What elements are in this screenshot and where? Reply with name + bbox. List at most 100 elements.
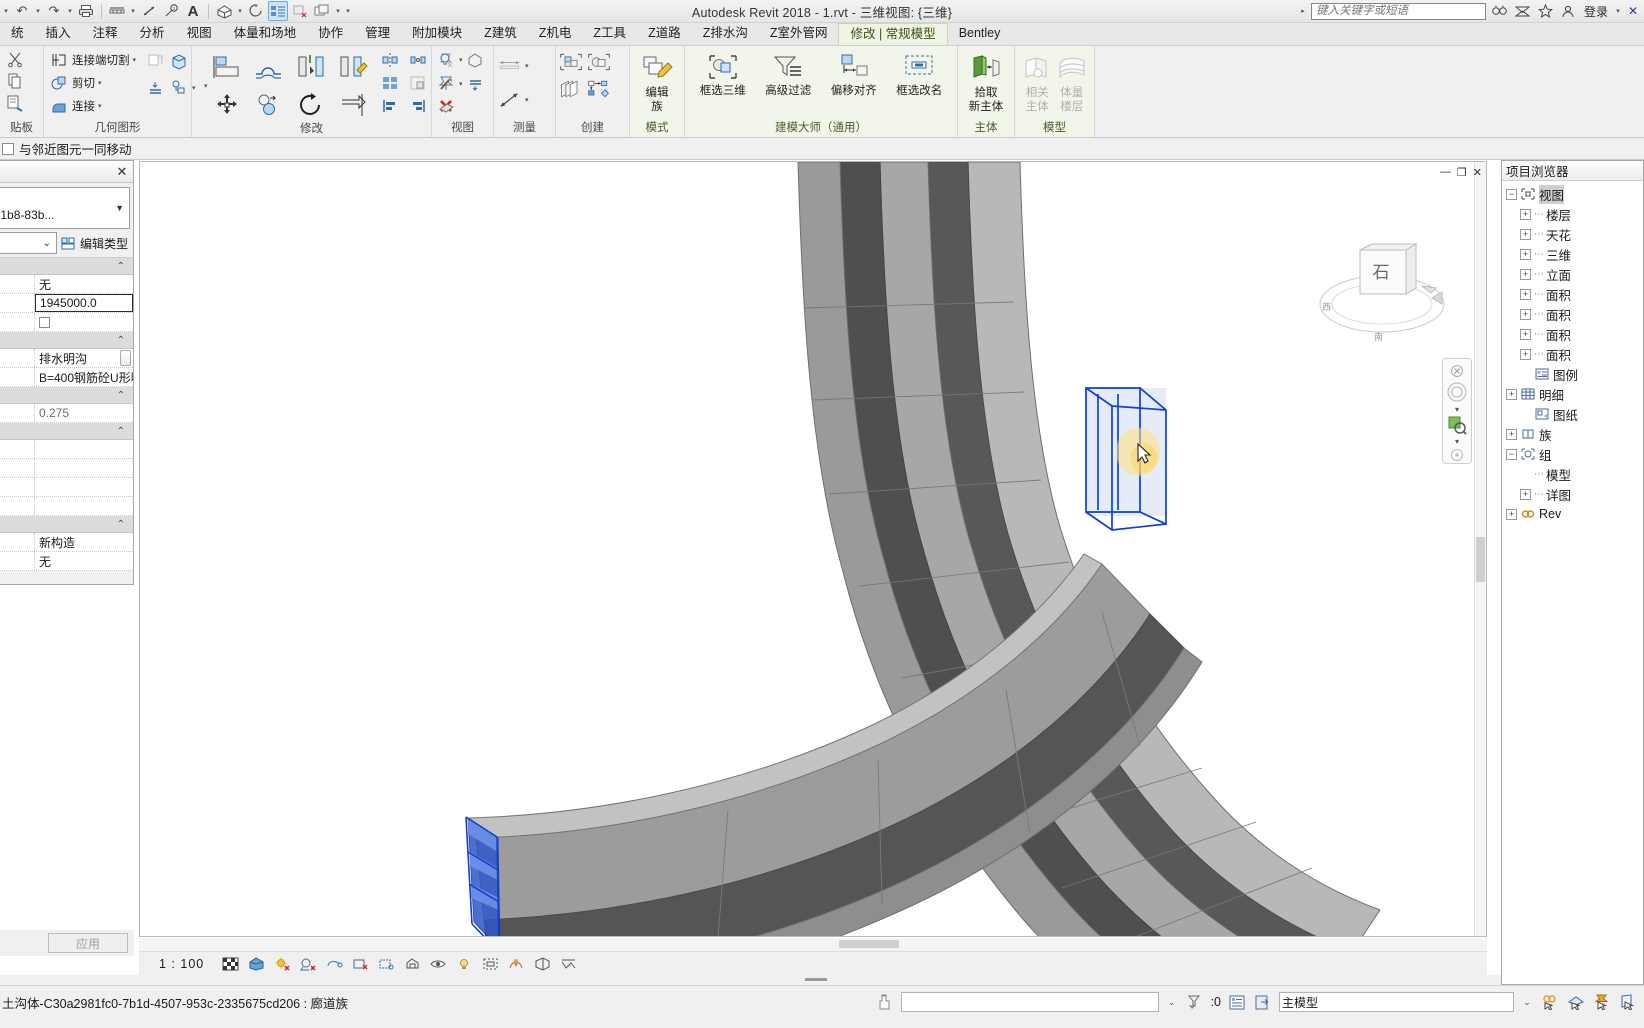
close-icon[interactable]: ✕ bbox=[113, 163, 131, 181]
measure-caret-1[interactable]: ▾ bbox=[525, 62, 529, 70]
copy-modify-icon[interactable] bbox=[252, 88, 286, 122]
tab-z-drainage[interactable]: Z排水沟 bbox=[692, 23, 759, 45]
temporary-view-properties-icon[interactable] bbox=[506, 955, 526, 973]
cut-caret[interactable]: ▾ bbox=[98, 79, 102, 87]
expander-icon[interactable]: + bbox=[1520, 288, 1531, 300]
align-left-icon[interactable] bbox=[380, 96, 400, 116]
expander-icon[interactable]: + bbox=[1520, 348, 1531, 360]
expander-icon[interactable]: + bbox=[1520, 208, 1531, 220]
design-option-dropdown-icon[interactable]: ⌄ bbox=[1520, 997, 1534, 1008]
favorites-star-icon[interactable] bbox=[1536, 2, 1555, 21]
worksharing-display-icon[interactable] bbox=[480, 955, 500, 973]
reveal-hidden-elements-icon[interactable] bbox=[454, 955, 474, 973]
property-value[interactable] bbox=[35, 440, 133, 458]
thin-lines-icon[interactable] bbox=[268, 1, 288, 21]
cut-icon[interactable] bbox=[5, 49, 25, 69]
login-label[interactable]: 登录 bbox=[1582, 3, 1610, 20]
demolish-icon[interactable] bbox=[146, 78, 166, 98]
join-geometry-icon[interactable] bbox=[49, 96, 69, 116]
align-icon[interactable] bbox=[210, 50, 244, 84]
shadows-icon[interactable] bbox=[298, 955, 318, 973]
subscription-center-icon[interactable] bbox=[1513, 2, 1532, 21]
tree-node-area-plans-4[interactable]: + ⋯ 面积 bbox=[1504, 344, 1643, 364]
lock-3d-view-icon[interactable] bbox=[402, 955, 422, 973]
editing-request-icon[interactable] bbox=[875, 993, 895, 1011]
account-icon[interactable] bbox=[1559, 2, 1578, 21]
show-hidden-icon[interactable] bbox=[466, 50, 486, 70]
tab-analyze[interactable]: 分析 bbox=[129, 23, 176, 45]
tree-node-groups[interactable]: − 组 bbox=[1504, 444, 1643, 464]
visibility-caret[interactable]: ▾ bbox=[459, 56, 463, 64]
move-with-nearby-checkbox[interactable] bbox=[2, 142, 14, 155]
advanced-filter-button[interactable]: 高级过滤 bbox=[759, 48, 817, 98]
edit-family-button[interactable]: 编辑 族 bbox=[635, 50, 679, 114]
tab-z-outdoor-pipe[interactable]: Z室外管网 bbox=[759, 23, 839, 45]
expander-icon[interactable]: + bbox=[1506, 428, 1517, 440]
aligned-dimension-icon[interactable] bbox=[139, 1, 159, 21]
search-input[interactable] bbox=[1310, 2, 1486, 20]
copy-icon[interactable] bbox=[5, 71, 25, 91]
join-end-cut-caret[interactable]: ▾ bbox=[133, 56, 137, 64]
related-host-button[interactable]: 相关 主体 bbox=[1020, 50, 1055, 114]
property-value[interactable]: 无 bbox=[35, 275, 133, 293]
measure-along-element-icon[interactable] bbox=[498, 88, 522, 112]
expander-icon[interactable]: + bbox=[1506, 388, 1517, 400]
rotate-icon[interactable] bbox=[294, 88, 328, 122]
render-region-icon[interactable] bbox=[436, 98, 456, 118]
property-row[interactable]: 排水明沟 bbox=[0, 349, 133, 368]
show-crop-region-icon[interactable] bbox=[376, 955, 396, 973]
property-row[interactable]: 新构造 bbox=[0, 533, 133, 552]
sun-path-icon[interactable] bbox=[272, 955, 292, 973]
type-selector[interactable]: 凝土沟体- e55-18e8-41b8-83b... ▼ bbox=[0, 187, 130, 229]
constraints-icon[interactable] bbox=[558, 955, 578, 973]
tree-node-area-plans-2[interactable]: + ⋯ 面积 bbox=[1504, 304, 1643, 324]
tree-node-views[interactable]: − 视图 bbox=[1504, 184, 1643, 204]
tab-z-architecture[interactable]: Z建筑 bbox=[473, 23, 528, 45]
modify-align-caret[interactable]: ▾ bbox=[204, 82, 208, 90]
search-icon[interactable] bbox=[1490, 2, 1509, 21]
create-group-icon[interactable] bbox=[587, 50, 611, 74]
help-icon[interactable]: ✕ bbox=[1626, 3, 1640, 19]
pin-split-icon[interactable] bbox=[380, 50, 400, 70]
apply-button[interactable]: 应用 bbox=[48, 933, 128, 953]
offset-icon[interactable] bbox=[252, 50, 286, 84]
cut-profile-icon[interactable] bbox=[169, 78, 189, 98]
dimension-caret[interactable]: ▾ bbox=[129, 7, 137, 15]
help-caret-icon[interactable]: ▾ bbox=[1614, 7, 1622, 15]
select-pinned-icon[interactable] bbox=[1592, 993, 1612, 1011]
property-row[interactable]: 0.275 bbox=[0, 404, 133, 423]
navbar-close-icon[interactable] bbox=[1445, 363, 1469, 379]
expander-icon[interactable]: + bbox=[1520, 228, 1531, 240]
trim-extend-single-icon[interactable] bbox=[336, 50, 370, 84]
default-3d-view-icon[interactable] bbox=[214, 1, 234, 21]
qat-caret-1[interactable]: ▾ bbox=[2, 7, 10, 15]
filter-dialog-icon[interactable] bbox=[1227, 993, 1247, 1011]
zoom-icon[interactable] bbox=[1445, 415, 1469, 435]
view-restore-icon[interactable]: ❐ bbox=[1457, 166, 1467, 179]
tab-z-road[interactable]: Z道路 bbox=[637, 23, 692, 45]
property-value[interactable]: 无 bbox=[35, 552, 133, 570]
box-rename-button[interactable]: 框选改名 bbox=[890, 48, 948, 98]
property-row[interactable] bbox=[0, 497, 133, 516]
crop-view-icon[interactable] bbox=[350, 955, 370, 973]
property-group-header[interactable]: ⌃ bbox=[0, 332, 133, 349]
expander-icon[interactable]: + bbox=[1506, 508, 1517, 520]
split-element-icon[interactable] bbox=[408, 50, 428, 70]
property-row[interactable]: B=400钢筋砼U形明沟 bbox=[0, 368, 133, 387]
design-option-field[interactable]: 主模型 bbox=[1279, 992, 1514, 1012]
create-similar-icon[interactable] bbox=[559, 50, 583, 74]
3d-view-caret[interactable]: ▾ bbox=[236, 7, 244, 15]
tab-manage[interactable]: 管理 bbox=[354, 23, 401, 45]
zoom-caret[interactable]: ▾ bbox=[1455, 437, 1459, 446]
view-close-icon[interactable]: ✕ bbox=[1473, 166, 1482, 179]
undo-caret[interactable]: ▾ bbox=[34, 7, 42, 15]
switch-windows-icon[interactable] bbox=[312, 1, 332, 21]
tree-node-ceiling-plans[interactable]: + ⋯ 天花 bbox=[1504, 224, 1643, 244]
tree-node-model-groups[interactable]: ⋯ 模型 bbox=[1504, 464, 1643, 484]
workset-field[interactable] bbox=[900, 992, 1159, 1012]
analytical-model-icon[interactable] bbox=[532, 955, 552, 973]
section-box-icon[interactable] bbox=[466, 74, 486, 94]
redo-icon[interactable]: ↷ bbox=[44, 1, 64, 21]
visibility-graphics-icon[interactable] bbox=[436, 50, 456, 70]
tree-node-floor-plans[interactable]: + ⋯ 楼层 bbox=[1504, 204, 1643, 224]
